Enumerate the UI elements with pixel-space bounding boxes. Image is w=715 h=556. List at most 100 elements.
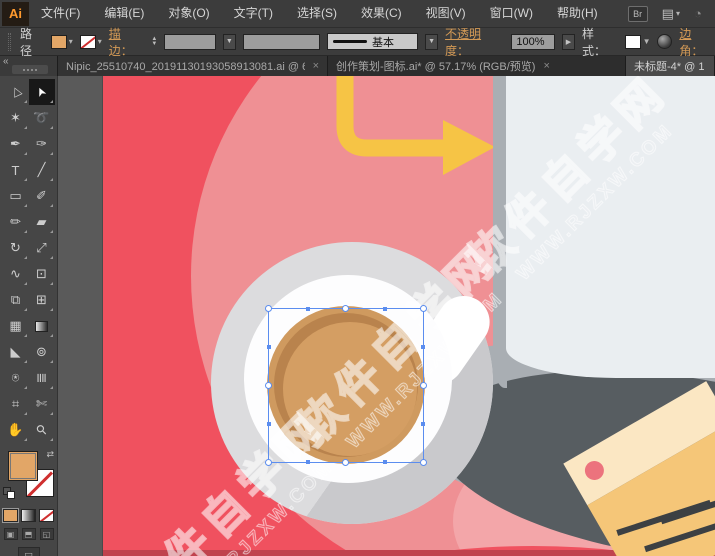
slice-tool[interactable]: ✄ xyxy=(29,391,55,417)
bridge-icon[interactable]: Br xyxy=(628,6,648,22)
none-button[interactable] xyxy=(39,509,54,522)
line-segment-tool[interactable]: ╱ xyxy=(29,157,55,183)
style-swatch[interactable] xyxy=(625,35,641,49)
draw-behind-icon[interactable]: ⬒ xyxy=(22,528,36,540)
opacity-field[interactable]: 100% xyxy=(511,34,555,50)
anchor-dot[interactable] xyxy=(306,307,310,311)
selection-bounding-box[interactable] xyxy=(268,308,424,463)
brush-definition-dropdown[interactable]: 基本 xyxy=(327,33,418,50)
close-icon[interactable]: × xyxy=(313,60,319,72)
eraser-tool[interactable]: ▰ xyxy=(29,209,55,235)
fill-indicator[interactable] xyxy=(8,451,38,481)
selection-handle[interactable] xyxy=(420,459,427,466)
stroke-weight-field[interactable] xyxy=(164,34,216,50)
anchor-dot[interactable] xyxy=(383,307,387,311)
mesh-tool[interactable]: ▦ xyxy=(3,313,29,339)
paintbrush-tool[interactable]: ✐ xyxy=(29,183,55,209)
selection-tool[interactable]: ➤ xyxy=(29,79,55,105)
pencil-tool[interactable]: ✏ xyxy=(3,209,29,235)
pasteboard[interactable] xyxy=(58,76,103,556)
opacity-link[interactable]: 不透明度： xyxy=(445,25,504,59)
column-graph-tool[interactable]: ≣ xyxy=(29,365,55,391)
stroke-color-swatch[interactable] xyxy=(80,35,96,49)
document-tab-3[interactable]: 未标题-4* @ 1 xyxy=(626,56,715,76)
stroke-panel-link[interactable]: 描边： xyxy=(109,25,145,59)
book-page[interactable] xyxy=(506,76,715,378)
menu-object[interactable]: 对象(O) xyxy=(156,0,221,27)
toolbar-grip[interactable] xyxy=(12,65,48,74)
lasso-tool[interactable]: ➰ xyxy=(29,105,55,131)
magic-wand-tool[interactable]: ✶ xyxy=(3,105,29,131)
pen-icon: ✒ xyxy=(10,136,21,152)
drawing-mode-buttons: ▣ ⬒ ◱ xyxy=(0,528,57,540)
hand-tool[interactable]: ✋ xyxy=(3,417,29,443)
document-tab-2[interactable]: 创作策划-图标.ai* @ 57.17% (RGB/预览) × xyxy=(328,56,626,76)
anchor-dot[interactable] xyxy=(267,422,271,426)
document-tab-bar: « Nipic_25510740_20191130193058913081.ai… xyxy=(0,56,715,76)
anchor-dot[interactable] xyxy=(383,460,387,464)
draw-inside-icon[interactable]: ◱ xyxy=(40,528,54,540)
rectangle-tool[interactable]: ▭ xyxy=(3,183,29,209)
anchor-dot[interactable] xyxy=(267,345,271,349)
opacity-caret[interactable]: ▶ xyxy=(562,34,575,50)
recolor-artwork-icon[interactable] xyxy=(657,34,672,49)
screen-mode-icon[interactable]: ▭ xyxy=(18,547,40,556)
menu-effect[interactable]: 效果(C) xyxy=(349,0,414,27)
menu-window[interactable]: 窗口(W) xyxy=(478,0,545,27)
stroke-weight-caret[interactable]: ▼ xyxy=(223,34,236,50)
selection-handle[interactable] xyxy=(265,382,272,389)
anchor-dot[interactable] xyxy=(421,422,425,426)
workspace-switcher[interactable]: ▤ ▾ xyxy=(662,6,680,22)
free-transform-tool[interactable]: ⊡ xyxy=(29,261,55,287)
selection-handle[interactable] xyxy=(265,459,272,466)
brush-pen-tool[interactable]: ✑ xyxy=(29,131,55,157)
rotate-tool[interactable]: ↻ xyxy=(3,235,29,261)
selection-handle[interactable] xyxy=(342,459,349,466)
fill-color-swatch[interactable] xyxy=(51,35,67,49)
stroke-weight-stepper[interactable]: ▲ ▼ xyxy=(151,37,157,47)
menu-edit[interactable]: 编辑(E) xyxy=(92,0,156,27)
default-fill-stroke-icon[interactable] xyxy=(3,487,15,499)
shape-builder-tool[interactable]: ⧉ xyxy=(3,287,29,313)
artboard-tool[interactable]: ⌗ xyxy=(3,391,29,417)
anchor-dot[interactable] xyxy=(306,460,310,464)
document-tab-1[interactable]: Nipic_25510740_20191130193058913081.ai @… xyxy=(58,56,328,76)
color-button[interactable] xyxy=(3,509,18,522)
pen-tool[interactable]: ✒ xyxy=(3,131,29,157)
width-tool[interactable]: ∿ xyxy=(3,261,29,287)
eyedropper-tool[interactable]: ◣ xyxy=(3,339,29,365)
cs-live-icon[interactable]: ◔ xyxy=(694,6,702,21)
symbol-sprayer-tool[interactable]: ⍟ xyxy=(3,365,29,391)
menu-help[interactable]: 帮助(H) xyxy=(545,0,610,27)
fill-color-dropdown[interactable]: ▾ xyxy=(51,35,73,49)
corner-link[interactable]: 边角： xyxy=(679,25,715,59)
gradient-button[interactable] xyxy=(21,509,36,522)
gradient-tool[interactable] xyxy=(29,313,55,339)
menu-view[interactable]: 视图(V) xyxy=(414,0,478,27)
selection-handle[interactable] xyxy=(265,305,272,312)
page-spine-edge[interactable] xyxy=(493,76,507,388)
stroke-color-dropdown[interactable]: ▾ xyxy=(80,35,102,49)
canvas[interactable]: 软件自学网 WWW.RJZXW.COM 软件自学网 WWW.RJZXW.COM … xyxy=(103,76,715,556)
scale-tool[interactable]: ⤢ xyxy=(29,235,55,261)
close-icon[interactable]: × xyxy=(543,60,549,72)
draw-normal-icon[interactable]: ▣ xyxy=(4,528,18,540)
collapse-panel-icon[interactable]: « xyxy=(3,56,9,67)
spin-down-icon[interactable]: ▼ xyxy=(151,42,157,47)
graphic-style-dropdown[interactable]: ▼ xyxy=(625,35,651,49)
blend-tool[interactable]: ⊚ xyxy=(29,339,55,365)
direct-selection-tool[interactable]: ▷ xyxy=(3,79,29,105)
swap-fill-stroke-icon[interactable]: ⇄ xyxy=(46,449,54,460)
selection-handle[interactable] xyxy=(420,305,427,312)
width-profile-dropdown[interactable] xyxy=(243,34,320,50)
selection-handle[interactable] xyxy=(342,305,349,312)
menu-type[interactable]: 文字(T) xyxy=(222,0,285,27)
zoom-tool[interactable]: ⚲ xyxy=(29,417,55,443)
perspective-grid-tool[interactable]: ⊞ xyxy=(29,287,55,313)
menu-file[interactable]: 文件(F) xyxy=(29,0,92,27)
brush-caret[interactable]: ▼ xyxy=(425,34,438,50)
selection-handle[interactable] xyxy=(420,382,427,389)
type-tool[interactable]: T xyxy=(3,157,29,183)
anchor-dot[interactable] xyxy=(421,345,425,349)
menu-select[interactable]: 选择(S) xyxy=(285,0,349,27)
